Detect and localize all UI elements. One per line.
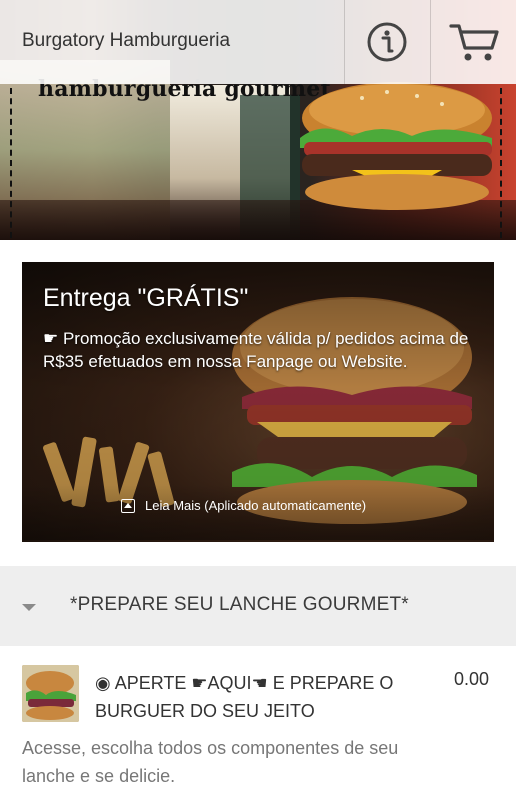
read-more-link[interactable]: Leia Mais (Aplicado automaticamente)	[121, 498, 366, 513]
banner-burger-image	[300, 82, 492, 210]
info-icon[interactable]	[365, 20, 409, 64]
product-price: 0.00	[454, 669, 490, 689]
banner-dashed-border-left	[10, 88, 12, 238]
product-description: Acesse, escolha todos os componentes de …	[22, 738, 399, 786]
chevron-down-icon	[22, 604, 36, 611]
cart-icon[interactable]	[448, 20, 500, 64]
category-header[interactable]: *PREPARE SEU LANCHE GOURMET*	[0, 566, 516, 646]
category-title: *PREPARE SEU LANCHE GOURMET*	[70, 594, 409, 615]
expand-icon	[121, 498, 135, 513]
promo-title: Entrega "GRÁTIS"	[43, 284, 249, 312]
app-title: Burgatory Hamburgueria	[22, 30, 231, 51]
promo-card[interactable]: Entrega "GRÁTIS" ☛ Promoção exclusivamen…	[22, 262, 494, 542]
product-name: ◉ APERTE ☛AQUI☚ E PREPARE O BURGUER DO S…	[95, 673, 394, 721]
product-thumbnail	[22, 665, 79, 722]
app-bar-divider	[344, 0, 345, 84]
app-bar: Burgatory Hamburgueria	[0, 0, 516, 84]
read-more-label: Leia Mais (Aplicado automaticamente)	[145, 498, 367, 513]
promo-description: ☛ Promoção exclusivamente válida p/ pedi…	[43, 329, 469, 371]
product-item[interactable]: ◉ APERTE ☛AQUI☚ E PREPARE O BURGUER DO S…	[0, 650, 516, 800]
app-bar-divider	[430, 0, 431, 84]
